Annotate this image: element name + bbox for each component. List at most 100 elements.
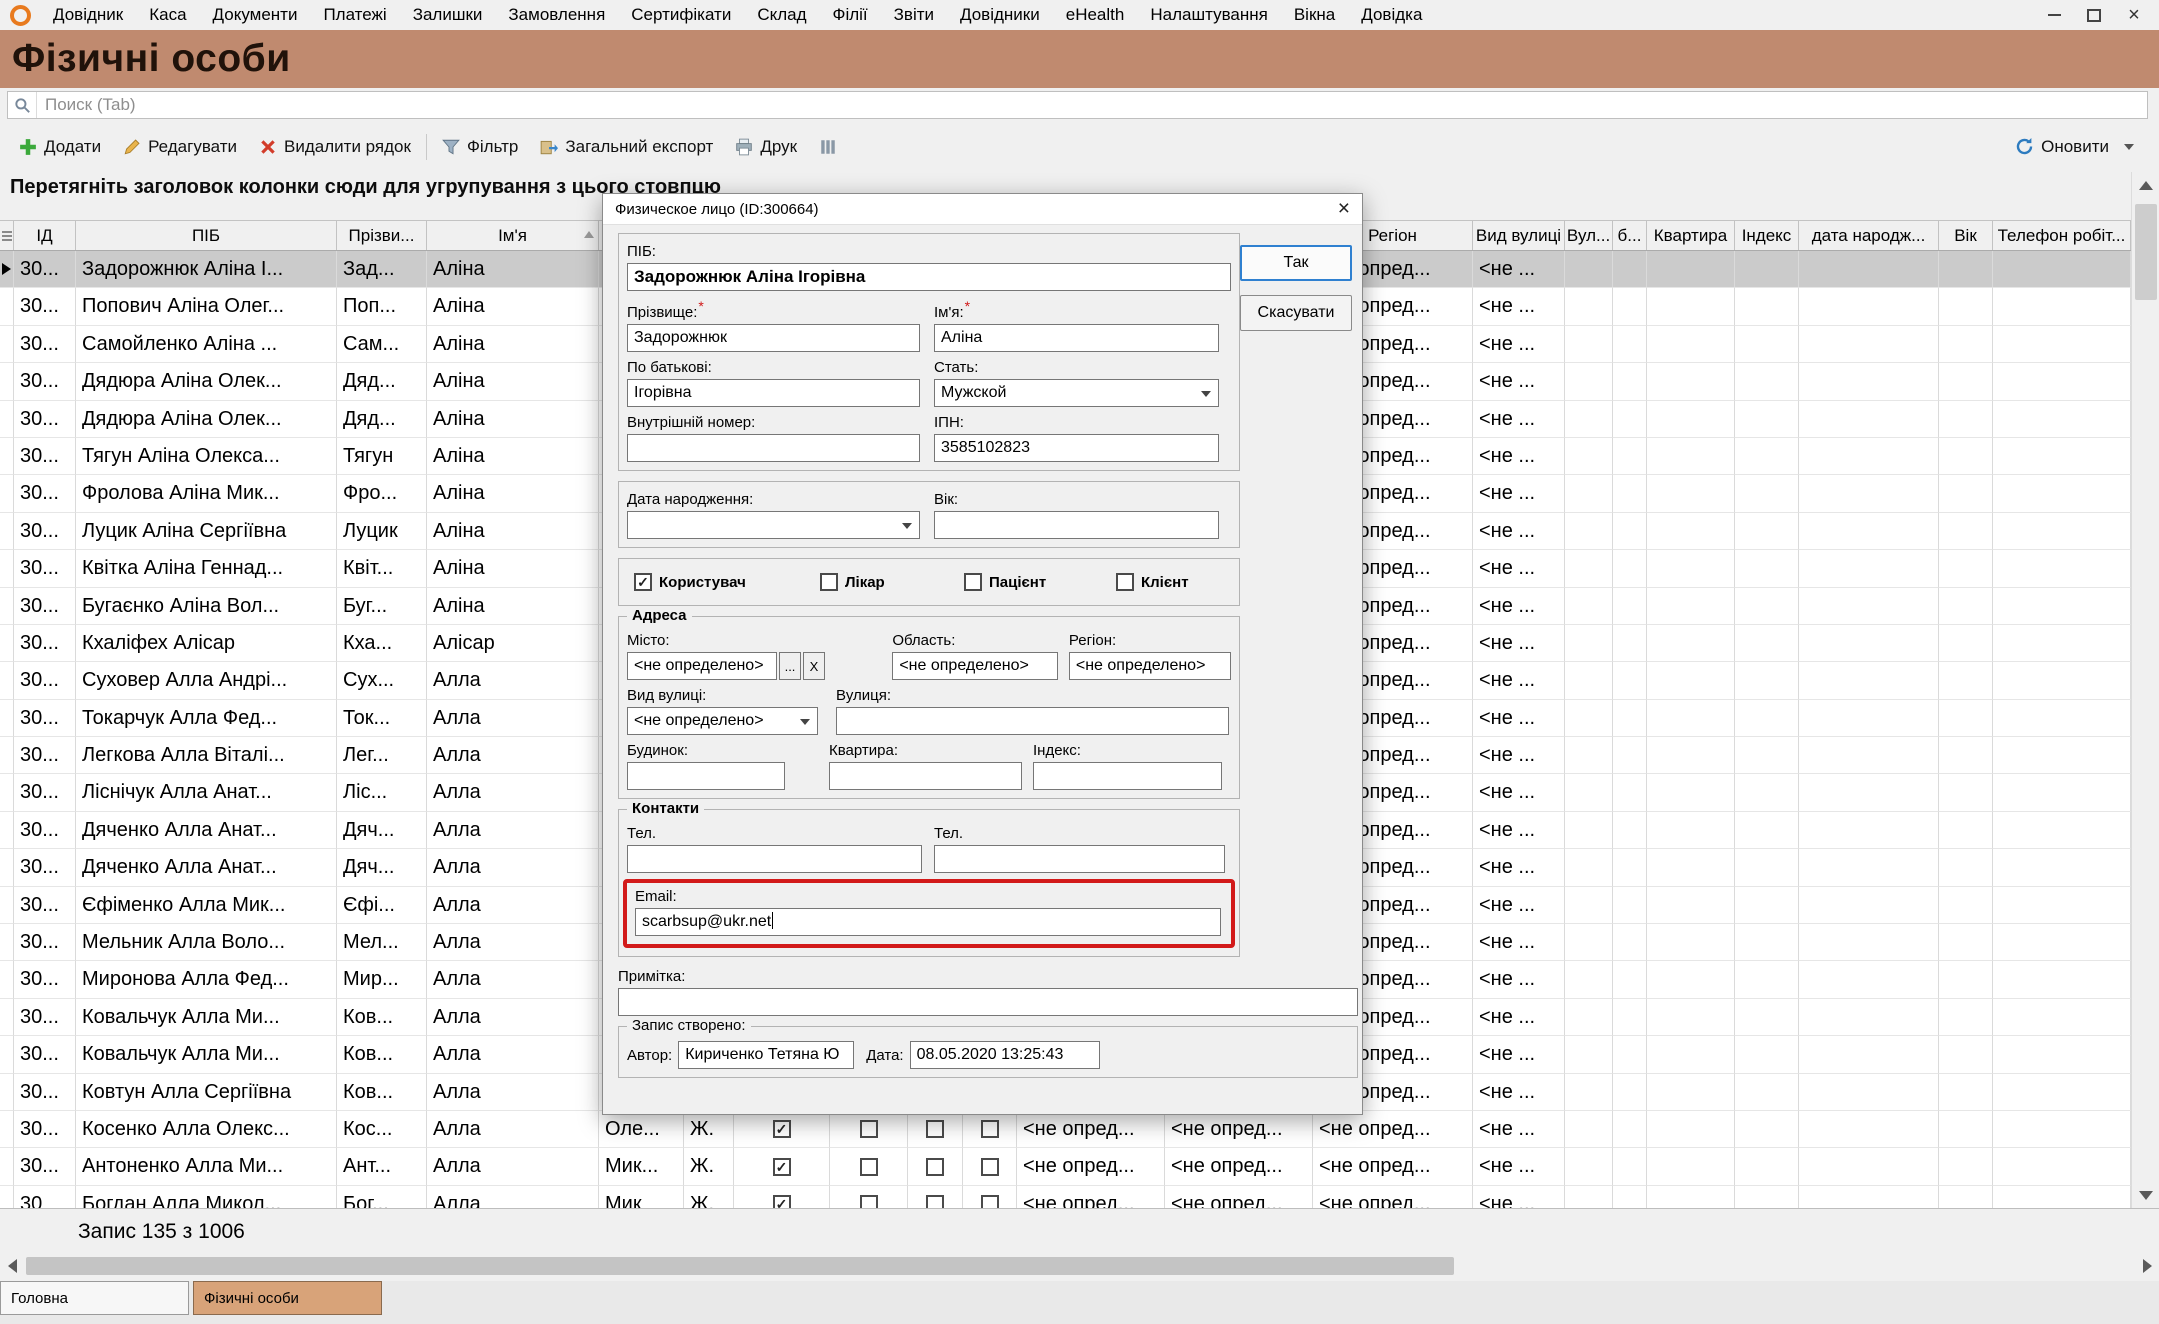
menu-item[interactable]: Платежі (310, 0, 399, 30)
table-row[interactable]: 30...Антоненко Алла Ми...Ант...АллаМик..… (0, 1148, 2131, 1185)
cell-street_type: <не ... (1473, 1186, 1565, 1209)
close-button[interactable]: × (2125, 6, 2143, 24)
dialog-role-checkbox[interactable]: Клієнт (1116, 573, 1189, 591)
column-header[interactable]: Квартира (1647, 221, 1735, 250)
email-input[interactable]: scarbsup@ukr.net (635, 908, 1221, 936)
bottom-tab[interactable]: Головна (0, 1281, 189, 1315)
internal-number-input[interactable] (627, 434, 920, 462)
menu-item[interactable]: Довідник (40, 0, 136, 30)
scroll-down-arrow-icon[interactable] (2132, 1182, 2159, 1208)
cell-name: Аліна (427, 251, 599, 288)
scroll-right-arrow-icon[interactable] (2135, 1254, 2159, 1278)
vertical-scrollbar-thumb[interactable] (2135, 204, 2157, 300)
minimize-button[interactable] (2045, 6, 2063, 24)
export-button[interactable]: Загальний експорт (529, 129, 724, 165)
dialog-role-checkbox[interactable]: Лікар (820, 573, 964, 591)
street-input[interactable] (836, 707, 1229, 735)
main-fields-group: ПІБ: Задорожнюк Аліна Ігорівна Прізвище:… (618, 233, 1240, 471)
postal-index-input[interactable] (1033, 762, 1222, 790)
delete-row-button[interactable]: Видалити рядок (248, 129, 422, 165)
apartment-input[interactable] (829, 762, 1022, 790)
menu-item[interactable]: Вікна (1281, 0, 1348, 30)
table-row[interactable]: 30Богдан Алла Микол...Бог...АллаМикЖ.✓<н… (0, 1186, 2131, 1209)
scroll-left-arrow-icon[interactable] (0, 1254, 24, 1278)
oblast-input[interactable]: <не определено> (892, 652, 1058, 680)
cell-surname: Ліс... (337, 774, 427, 811)
phone1-input[interactable] (627, 845, 922, 873)
menu-item[interactable]: Налаштування (1137, 0, 1281, 30)
scroll-up-arrow-icon[interactable] (2132, 172, 2159, 198)
birthdate-select[interactable] (627, 511, 920, 539)
pib-input[interactable]: Задорожнюк Аліна Ігорівна (627, 263, 1231, 291)
print-button[interactable]: Друк (724, 129, 808, 165)
menu-item[interactable]: Сертифікати (618, 0, 744, 30)
restore-button[interactable] (2085, 6, 2103, 24)
cell-birth (1799, 1186, 1939, 1209)
surname-input[interactable]: Задорожнюк (627, 324, 920, 352)
city-browse-button[interactable]: ... (779, 652, 801, 680)
refresh-button[interactable]: Оновити (2004, 129, 2145, 165)
filter-button[interactable]: Фільтр (431, 129, 529, 165)
cell-name: Алла (427, 887, 599, 924)
menu-item[interactable]: Документи (200, 0, 311, 30)
search-icon (8, 92, 37, 118)
ipn-input[interactable]: 3585102823 (934, 434, 1219, 462)
ok-button[interactable]: Так (1240, 245, 1352, 281)
building-input[interactable] (627, 762, 785, 790)
column-header[interactable]: Вік (1939, 221, 1993, 250)
cell-surname: Тягун (337, 438, 427, 475)
region-input[interactable]: <не определено> (1069, 652, 1231, 680)
search-input[interactable] (37, 95, 2147, 115)
column-header[interactable]: Прізви... (337, 221, 427, 250)
column-header[interactable]: дата народж... (1799, 221, 1939, 250)
region-label: Регіон: (1069, 631, 1231, 650)
cell-name: Алла (427, 1111, 599, 1148)
dialog-role-checkbox[interactable]: Пацієнт (964, 573, 1116, 591)
sex-select[interactable]: Мужской (934, 379, 1219, 407)
cancel-button[interactable]: Скасувати (1240, 295, 1352, 331)
column-header[interactable]: Ім'я (427, 221, 599, 250)
column-header[interactable]: Телефон робіт... (1993, 221, 2131, 250)
column-header[interactable]: Вид вулиці (1473, 221, 1565, 250)
city-clear-button[interactable]: X (803, 652, 825, 680)
menu-item[interactable]: Довідники (947, 0, 1053, 30)
phone2-input[interactable] (934, 845, 1225, 873)
horizontal-scrollbar-thumb[interactable] (26, 1257, 1454, 1275)
menu-item[interactable]: Філії (820, 0, 881, 30)
toolbar-separator (426, 134, 427, 160)
cell-pib: Легкова Алла Віталі... (76, 737, 337, 774)
street-type-select[interactable]: <не определено> (627, 707, 818, 735)
column-header[interactable]: Індекс (1735, 221, 1799, 250)
add-button[interactable]: Додати (8, 129, 112, 165)
menu-item[interactable]: Довідка (1348, 0, 1435, 30)
chevron-down-icon (800, 719, 810, 725)
table-row[interactable]: 30...Косенко Алла Олекс...Кос...АллаОле.… (0, 1111, 2131, 1148)
column-header[interactable] (0, 221, 14, 250)
horizontal-scrollbar[interactable] (0, 1254, 2159, 1278)
columns-button[interactable] (808, 129, 848, 165)
vertical-scrollbar[interactable] (2131, 172, 2159, 1208)
note-input[interactable] (618, 988, 1358, 1016)
firstname-input[interactable]: Аліна (934, 324, 1219, 352)
dialog-titlebar[interactable]: Физическое лицо (ID:300664) × (603, 194, 1362, 225)
column-header[interactable]: б... (1613, 221, 1647, 250)
column-header[interactable]: ПІБ (76, 221, 337, 250)
bottom-tab[interactable]: Фізичні особи (193, 1281, 382, 1315)
dialog-role-checkbox[interactable]: ✓Користувач (627, 573, 820, 591)
checkbox-icon (860, 1120, 878, 1138)
menu-item[interactable]: Замовлення (495, 0, 618, 30)
cell-name: Аліна (427, 288, 599, 325)
menu-item[interactable]: Залишки (400, 0, 496, 30)
age-input[interactable] (934, 511, 1219, 539)
horizontal-scrollbar-track[interactable] (24, 1254, 2135, 1278)
menu-item[interactable]: Склад (744, 0, 819, 30)
patronymic-input[interactable]: Ігорівна (627, 379, 920, 407)
menu-item[interactable]: Каса (136, 0, 199, 30)
city-input[interactable]: <не определено> (627, 652, 777, 680)
column-header[interactable]: ІД (14, 221, 76, 250)
menu-item[interactable]: Звіти (881, 0, 947, 30)
edit-button[interactable]: Редагувати (112, 129, 248, 165)
dialog-close-icon[interactable]: × (1338, 198, 1350, 220)
column-header[interactable]: Вул... (1565, 221, 1613, 250)
menu-item[interactable]: eHealth (1053, 0, 1138, 30)
